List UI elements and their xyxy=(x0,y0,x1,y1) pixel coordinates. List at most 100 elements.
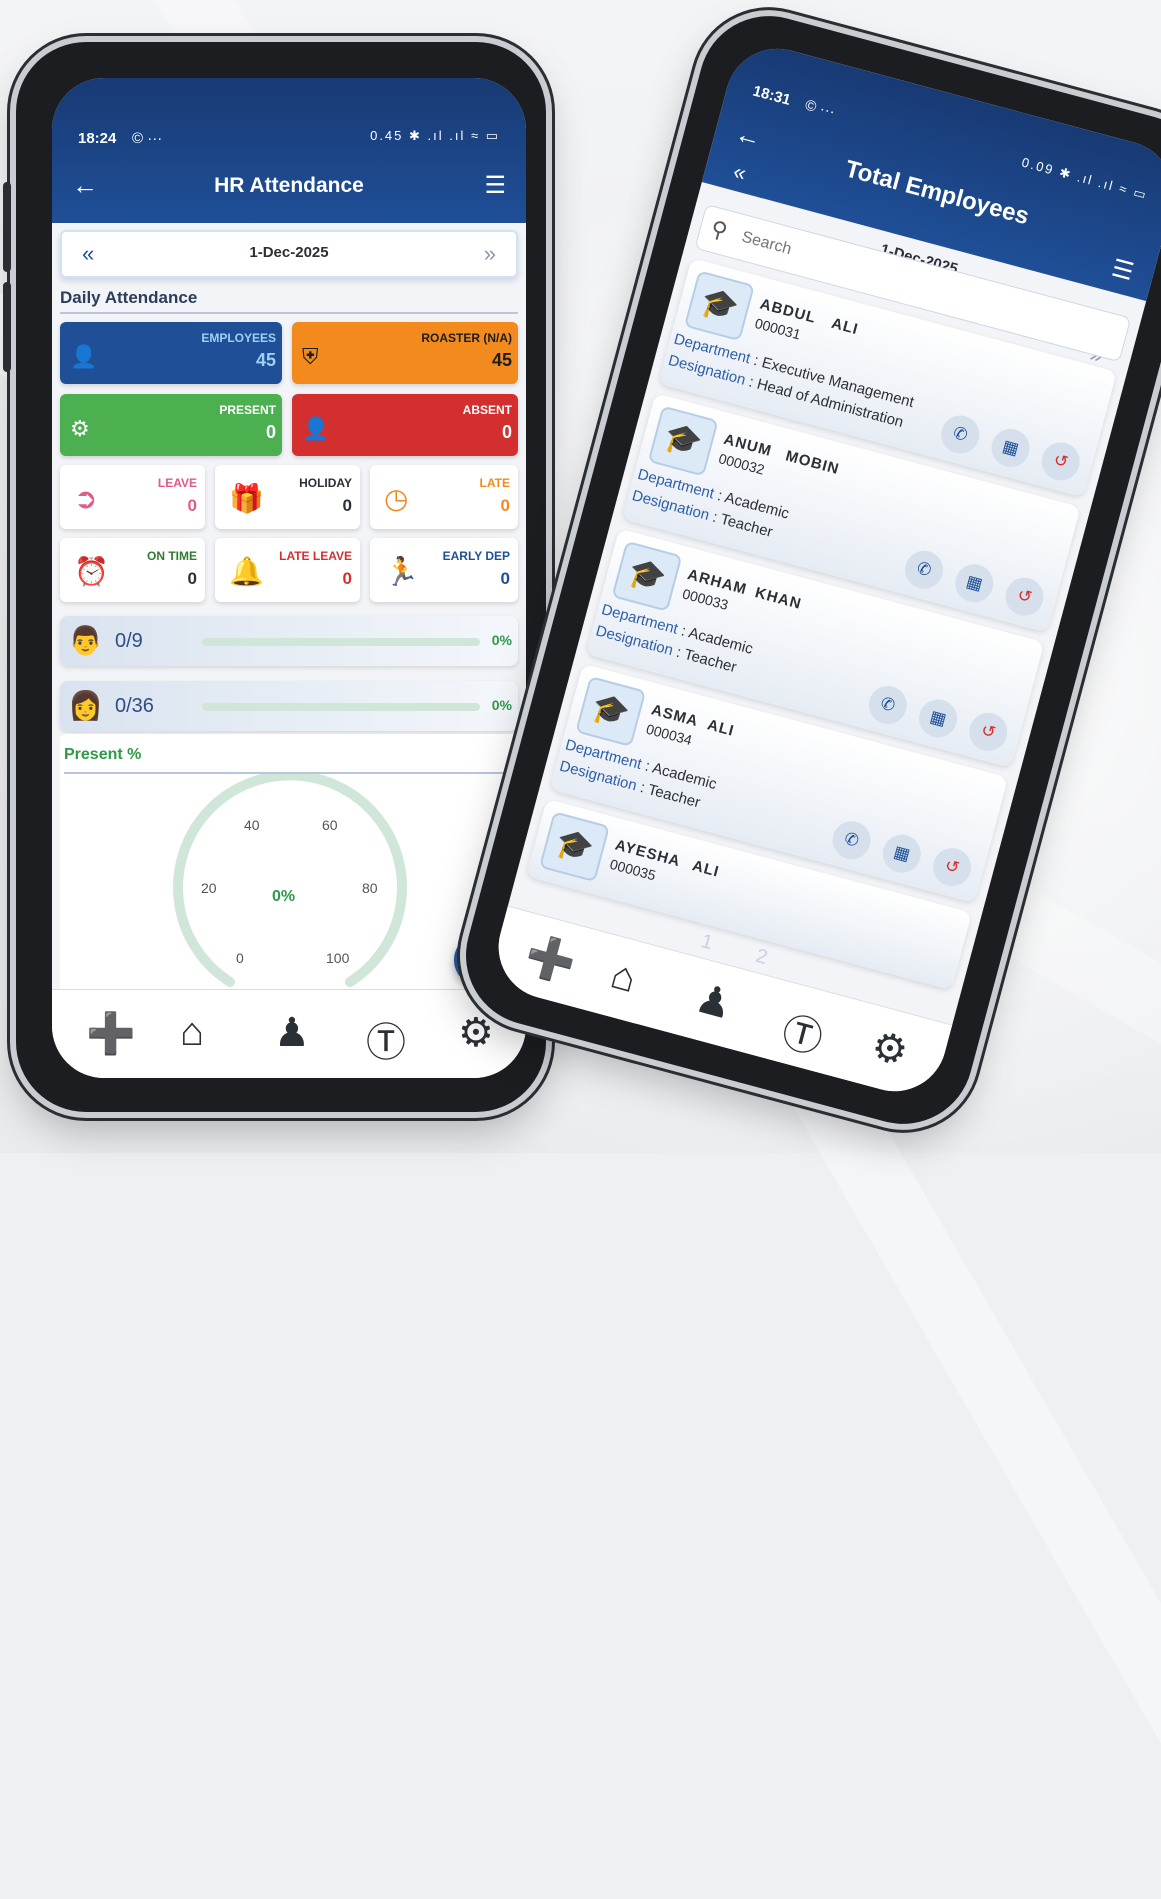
present-tile[interactable]: ⚙ PRESENT 0 xyxy=(60,394,282,456)
hamburger-menu-icon[interactable]: ☰ xyxy=(484,171,506,200)
settings-gear-icon[interactable]: ⚙ xyxy=(866,1022,913,1076)
section-title: Daily Attendance xyxy=(60,288,198,307)
dollar-icon[interactable]: Ⓣ xyxy=(776,999,830,1065)
history-icon[interactable]: ↺ xyxy=(965,708,1012,756)
employees-tile[interactable]: 👤 EMPLOYEES 45 xyxy=(60,322,282,384)
tile-value: 0 xyxy=(342,496,352,515)
exit-door-icon: ➲ xyxy=(74,483,98,514)
front-camera xyxy=(957,81,973,97)
tile-value: 0 xyxy=(500,496,510,515)
calendar-icon[interactable]: ▦ xyxy=(914,695,962,742)
person-icon[interactable]: ♟ xyxy=(274,1010,310,1056)
section-divider xyxy=(60,312,518,314)
tile-label: LATE LEAVE xyxy=(279,549,352,563)
exit-running-icon: 🏃 xyxy=(384,556,419,587)
search-icon: ⚲ xyxy=(708,215,731,244)
gauge-tick-label: 100 xyxy=(326,950,350,966)
status-icons: 0.45 ✱ .ıl .ıl ≈ ▭ xyxy=(370,128,500,143)
left-screen: 18:24 © ··· 0.45 ✱ .ıl .ıl ≈ ▭ ← HR Atte… xyxy=(52,78,526,1078)
attendance-count: 0/9 xyxy=(115,630,143,652)
gauge-tick-label: 80 xyxy=(362,880,378,896)
late-leave-tile[interactable]: 🔔 LATE LEAVE 0 xyxy=(215,538,360,602)
employee-avatar: 🎓 xyxy=(611,540,683,612)
gift-icon: 🎁 xyxy=(229,483,264,514)
home-icon[interactable]: ⌂ xyxy=(180,1010,204,1055)
page-title: HR Attendance xyxy=(214,174,364,197)
page-2[interactable]: 2 xyxy=(753,945,769,969)
employee-last-name: KHAN xyxy=(753,584,804,613)
remove-user-icon: 👤 xyxy=(302,416,330,441)
holiday-tile[interactable]: 🎁 HOLIDAY 0 xyxy=(215,465,360,529)
tile-label: ROASTER (N/A) xyxy=(421,331,512,345)
tile-label: HOLIDAY xyxy=(299,476,352,490)
employee-last-name: MOBIN xyxy=(783,447,842,479)
male-attendance-row[interactable]: 👨 0/9 0% xyxy=(60,616,518,666)
home-icon[interactable]: ⌂ xyxy=(606,952,641,1002)
calendar-icon[interactable]: ▦ xyxy=(987,424,1034,472)
clock-alert-icon: ◷ xyxy=(384,483,409,514)
page-1[interactable]: 1 xyxy=(699,930,715,954)
selected-date[interactable]: 1-Dec-2025 xyxy=(62,244,516,261)
gauge-tick-label: 0 xyxy=(236,950,244,966)
attendance-percent: 0% xyxy=(491,697,512,713)
tile-label: ON TIME xyxy=(147,549,197,563)
tile-value: 0 xyxy=(187,496,197,515)
on-time-tile[interactable]: ⏰ ON TIME 0 xyxy=(60,538,205,602)
attendance-count: 0/36 xyxy=(115,695,154,717)
tile-value: 0 xyxy=(342,569,352,588)
status-notifications: © ··· xyxy=(803,96,837,121)
attendance-progress-bar xyxy=(202,703,480,711)
phone-call-icon[interactable]: ✆ xyxy=(828,816,875,864)
calendar-icon[interactable]: ▦ xyxy=(878,830,926,877)
tile-label: LATE xyxy=(479,476,510,490)
plus-icon[interactable]: ➕ xyxy=(86,1010,136,1057)
early-departure-tile[interactable]: 🏃 EARLY DEP 0 xyxy=(370,538,518,602)
history-icon[interactable]: ↺ xyxy=(928,843,976,891)
date-navigator: « 1-Dec-2025 » xyxy=(60,230,518,278)
employee-last-name: ALI xyxy=(690,857,722,881)
tile-label: LEAVE xyxy=(157,476,197,490)
history-icon[interactable]: ↺ xyxy=(1037,438,1085,485)
tile-label: EMPLOYEES xyxy=(201,331,276,345)
shield-icon: ⛨ xyxy=(302,344,319,369)
phone-call-icon[interactable]: ✆ xyxy=(864,681,912,729)
phone-call-icon[interactable]: ✆ xyxy=(900,546,948,594)
previous-date-icon[interactable]: « xyxy=(730,158,749,186)
tile-value: 0 xyxy=(500,569,510,588)
tile-value: 45 xyxy=(255,350,276,370)
present-gauge: 0 20 40 60 80 100 0% xyxy=(173,774,407,987)
absent-tile[interactable]: 👤 ABSENT 0 xyxy=(292,394,518,456)
history-icon[interactable]: ↺ xyxy=(1001,573,1048,620)
tile-value: 0 xyxy=(187,569,197,588)
calendar-icon[interactable]: ▦ xyxy=(951,559,998,607)
leave-tile[interactable]: ➲ LEAVE 0 xyxy=(60,465,205,529)
plus-icon[interactable]: ➕ xyxy=(520,930,581,988)
present-gauge-card: Present % 0 20 40 60 80 100 0% xyxy=(60,734,518,1026)
alarm-clock-icon: ⏰ xyxy=(74,556,109,587)
gauge-value: 0% xyxy=(272,888,295,905)
status-icons: 0.09 ✱ .ıl .ıl ≈ ▭ xyxy=(1020,154,1150,203)
employee-last-name: ALI xyxy=(705,716,737,740)
female-avatar-icon: 👩 xyxy=(68,690,103,721)
tile-label: ABSENT xyxy=(462,403,512,417)
attendance-progress-bar xyxy=(202,638,480,646)
tile-label: PRESENT xyxy=(219,403,276,417)
tile-value: 45 xyxy=(491,350,512,370)
employee-avatar: 🎓 xyxy=(683,270,755,342)
dollar-icon[interactable]: Ⓣ xyxy=(366,1010,406,1068)
female-attendance-row[interactable]: 👩 0/36 0% xyxy=(60,681,518,731)
late-tile[interactable]: ◷ LATE 0 xyxy=(370,465,518,529)
attendance-percent: 0% xyxy=(491,632,512,648)
gauge-tick-label: 60 xyxy=(322,817,338,833)
phone-call-icon[interactable]: ✆ xyxy=(937,411,984,458)
settings-gear-icon[interactable]: ⚙ xyxy=(458,1010,494,1056)
tile-value: 0 xyxy=(501,422,512,442)
person-icon[interactable]: ♟ xyxy=(691,975,738,1029)
roaster-tile[interactable]: ⛨ ROASTER (N/A) 45 xyxy=(292,322,518,384)
next-date-icon[interactable]: » xyxy=(484,241,496,267)
tile-value: 0 xyxy=(265,422,276,442)
status-notifications: © ··· xyxy=(132,130,163,147)
alarm-bell-icon: 🔔 xyxy=(229,556,264,587)
employee-avatar: 🎓 xyxy=(647,405,719,477)
gauge-title: Present % xyxy=(64,746,142,763)
